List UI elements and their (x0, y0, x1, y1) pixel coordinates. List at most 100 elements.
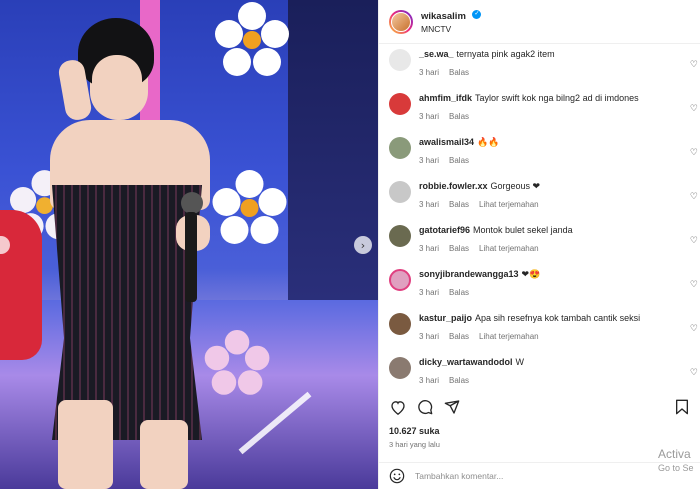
comment-item: sonyjibrandewangga13 ❤😍 3 hari Balas ♡ (379, 264, 700, 308)
commenter-avatar[interactable] (389, 313, 411, 335)
post-location[interactable]: MNCTV (421, 23, 481, 36)
comment-age: 3 hari (419, 156, 440, 165)
comment-like-button[interactable]: ♡ (690, 192, 698, 202)
post-header: wikasalim ✓ MNCTV (379, 0, 700, 44)
comment-input[interactable] (415, 471, 615, 481)
comment-text: Montok bulet sekel janda (473, 225, 573, 235)
heart-icon: ♡ (689, 236, 698, 246)
heart-icon: ♡ (689, 280, 698, 290)
commenter-avatar[interactable] (389, 357, 411, 379)
comment-item: robbie.fowler.xx Gorgeous ❤ 3 hari Balas Lih… (379, 176, 700, 220)
red-fabric (0, 210, 42, 360)
comment-text: Gorgeous ❤ (490, 181, 541, 191)
comment-button[interactable] (416, 398, 434, 416)
flower-decoration (204, 330, 270, 395)
add-comment-bar (379, 462, 700, 489)
commenter-username[interactable]: _se.wa_ (419, 49, 454, 59)
comment-age: 3 hari (419, 376, 440, 385)
bookmark-icon (676, 399, 688, 415)
author-username[interactable]: wikasalim (421, 11, 466, 22)
commenter-username[interactable]: dicky_wartawandodol (419, 357, 513, 367)
comment-like-button[interactable]: ♡ (690, 368, 698, 378)
comment-item: kastur_paijo Apa sih resefnya kok tambah … (379, 308, 700, 352)
comment-text: Apa sih resefnya kok tambah cantik seksi (475, 313, 641, 323)
comment-item: ahmfim_ifdk Taylor swift kok nga bilng2 a… (379, 88, 700, 132)
comment-like-button[interactable]: ♡ (690, 236, 698, 246)
heart-icon: ♡ (689, 192, 698, 202)
heart-icon: ♡ (689, 324, 698, 334)
comment-age: 3 hari (419, 200, 440, 209)
post-timestamp: 3 hari yang lalu (389, 440, 440, 449)
microphone (185, 212, 197, 302)
heart-icon: ♡ (689, 104, 698, 114)
like-button[interactable] (389, 398, 407, 416)
commenter-username[interactable]: kastur_paijo (419, 313, 472, 323)
reply-button[interactable]: Balas (449, 288, 469, 297)
commenter-avatar[interactable] (389, 49, 411, 71)
reply-button[interactable]: Balas (449, 244, 469, 253)
comment-text: 🔥🔥 (477, 137, 500, 147)
commenter-username[interactable]: ahmfim_ifdk (419, 93, 472, 103)
comment-text: ternyata pink agak2 item (456, 49, 555, 59)
comment-age: 3 hari (419, 288, 440, 297)
comment-item: awalismail34 🔥🔥 3 hari Balas ♡ (379, 132, 700, 176)
heart-icon: ♡ (689, 148, 698, 158)
comment-like-button[interactable]: ♡ (690, 104, 698, 114)
stage-backdrop (288, 0, 378, 300)
reply-button[interactable]: Balas (449, 112, 469, 121)
comment-like-button[interactable]: ♡ (690, 148, 698, 158)
see-translation-button[interactable]: Lihat terjemahan (479, 244, 539, 253)
see-translation-button[interactable]: Lihat terjemahan (479, 200, 539, 209)
post-details-panel: wikasalim ✓ MNCTV _se.wa_ ternyata pink a… (378, 0, 700, 489)
commenter-avatar[interactable] (389, 181, 411, 203)
comment-icon (418, 400, 433, 415)
microphone-head (181, 192, 203, 214)
verified-badge-icon: ✓ (472, 9, 482, 19)
chevron-right-icon: › (360, 238, 366, 252)
reply-button[interactable]: Balas (449, 200, 469, 209)
comment-like-button[interactable]: ♡ (690, 324, 698, 334)
reply-button[interactable]: Balas (449, 376, 469, 385)
commenter-avatar[interactable] (389, 225, 411, 247)
commenter-username[interactable]: gatotarief96 (419, 225, 470, 235)
flower-decoration (212, 170, 287, 244)
heart-icon: ♡ (689, 368, 698, 378)
os-activation-watermark: Activa Go to Se (658, 447, 694, 473)
performer-face-front (92, 55, 142, 115)
save-button[interactable] (673, 398, 691, 416)
performer-leg (140, 420, 188, 489)
performer-leg (58, 400, 113, 489)
reply-button[interactable]: Balas (449, 332, 469, 341)
commenter-username[interactable]: robbie.fowler.xx (419, 181, 488, 191)
commenter-username[interactable]: sonyjibrandewangga13 (419, 269, 519, 279)
reply-button[interactable]: Balas (449, 156, 469, 165)
heart-icon (391, 400, 405, 415)
flower-decoration (215, 2, 289, 76)
share-button[interactable] (443, 398, 461, 416)
like-count[interactable]: 10.627 suka (389, 426, 440, 436)
commenter-avatar[interactable] (389, 137, 411, 159)
comment-list[interactable]: _se.wa_ ternyata pink agak2 item 3 hari Bal… (379, 44, 700, 390)
post-action-bar (389, 394, 691, 420)
comment-like-button[interactable]: ♡ (690, 60, 698, 70)
next-image-button[interactable]: › (354, 236, 372, 254)
commenter-avatar[interactable] (389, 93, 411, 115)
comment-item: dicky_wartawandodol W 3 hari Balas ♡ (379, 352, 700, 390)
commenter-username[interactable]: awalismail34 (419, 137, 474, 147)
comment-item: _se.wa_ ternyata pink agak2 item 3 hari Bal… (379, 44, 700, 88)
post-image[interactable]: › (0, 0, 378, 489)
comment-text: W (515, 357, 525, 367)
see-translation-button[interactable]: Lihat terjemahan (479, 332, 539, 341)
comment-like-button[interactable]: ♡ (690, 280, 698, 290)
reply-button[interactable]: Balas (449, 68, 469, 77)
comment-text: ❤😍 (521, 269, 541, 279)
share-icon (444, 400, 460, 414)
comment-age: 3 hari (419, 244, 440, 253)
emoji-button[interactable] (389, 468, 405, 484)
comment-age: 3 hari (419, 332, 440, 341)
comment-text: Taylor swift kok nga bilng2 ad di imdone… (475, 93, 639, 103)
heart-icon: ♡ (689, 60, 698, 70)
commenter-avatar[interactable] (389, 269, 411, 291)
author-avatar[interactable] (389, 9, 413, 34)
comment-age: 3 hari (419, 112, 440, 121)
